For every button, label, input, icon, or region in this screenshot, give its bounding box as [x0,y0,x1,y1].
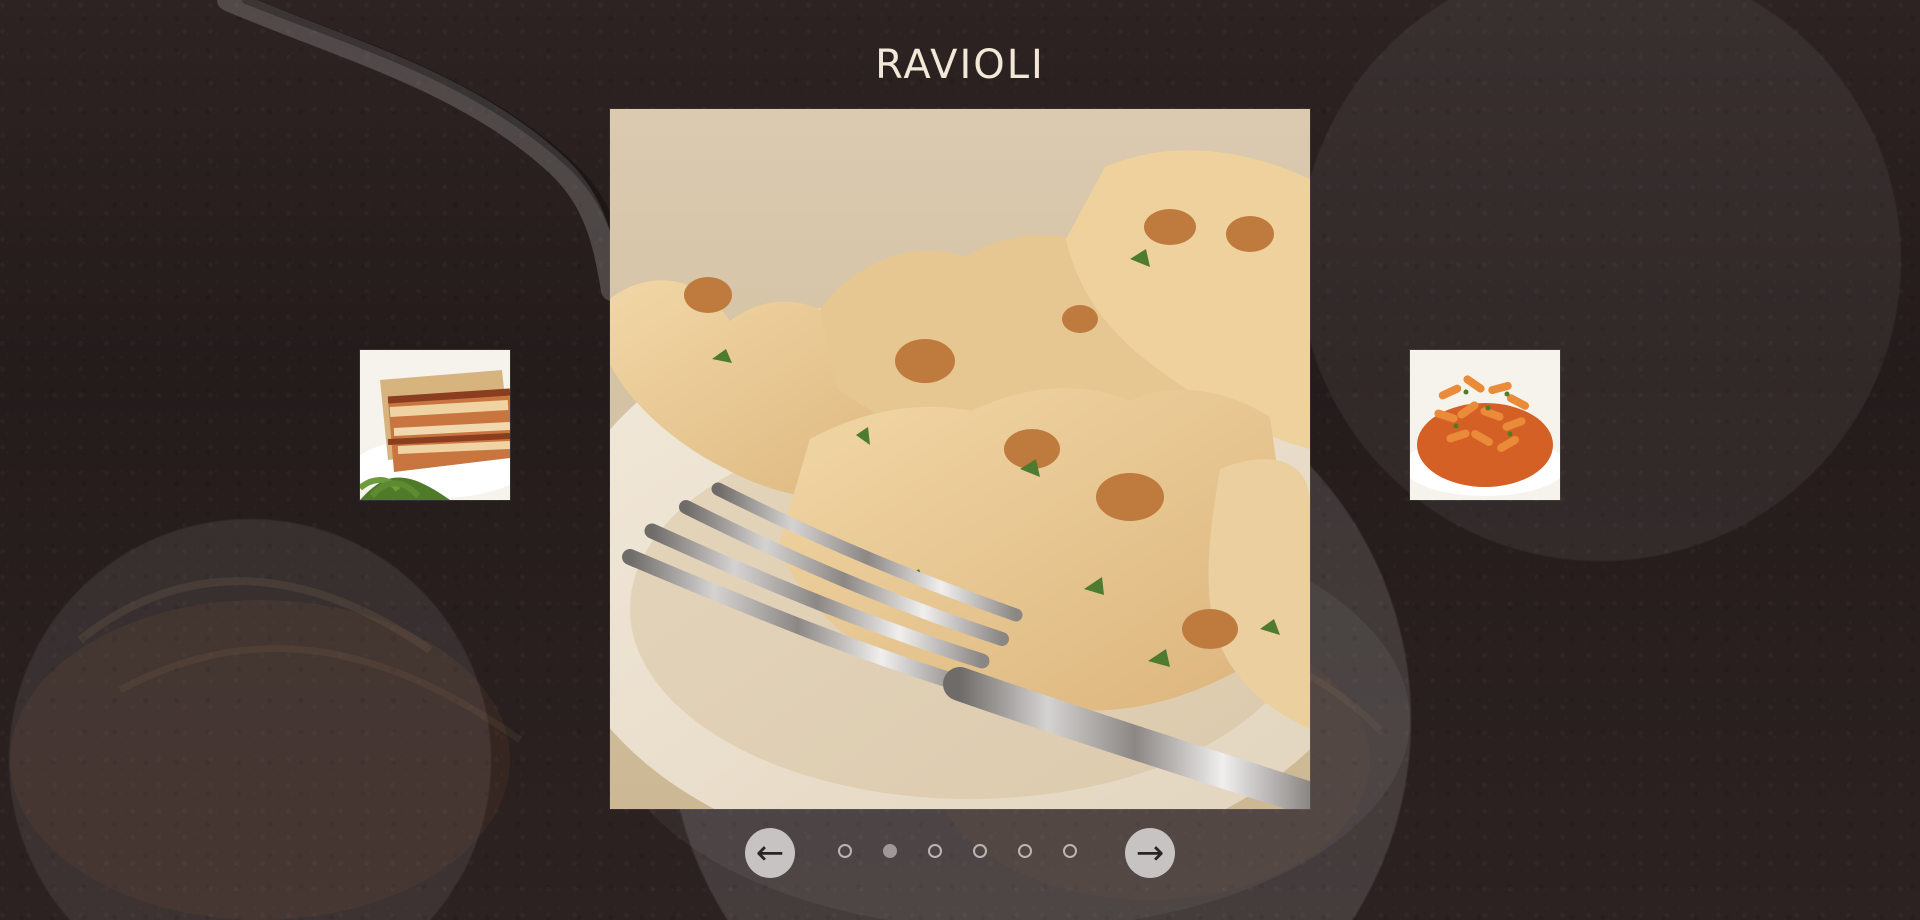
penne-herb-5 [1507,431,1513,437]
lasagna-image [360,350,510,500]
featured-dish-image [610,109,1310,809]
next-arrow-button[interactable]: → [1125,828,1175,878]
penne-herb-1 [1463,389,1469,395]
walnut-1 [684,277,732,313]
ravioli-image [610,109,1310,809]
carousel-pagination [838,844,1088,862]
previous-arrow-button[interactable]: ← [745,828,795,878]
penne-image [1410,350,1560,500]
previous-dish-thumbnail[interactable] [360,350,510,500]
page-title: RAVIOLI [875,42,1045,88]
walnut-8 [1062,305,1098,333]
walnut-5 [1144,209,1196,245]
carousel-dot-1[interactable] [838,844,852,858]
lasagna-cheese-layer-1 [389,400,509,417]
walnut-6 [1226,216,1274,252]
penne-herb-2 [1485,405,1491,411]
background-noodle-1 [77,577,433,654]
background-pasta-left [10,600,510,920]
next-dish-thumbnail[interactable] [1410,350,1560,500]
carousel-dot-3[interactable] [928,844,942,858]
walnut-7 [1182,609,1238,649]
lasagna-cheese-layer-3 [397,441,510,454]
carousel-dot-5[interactable] [1018,844,1032,858]
penne-herb-3 [1504,391,1510,397]
carousel-controls: ← → [745,828,1175,878]
background-noodle-2 [118,645,523,743]
walnut-2 [895,339,955,383]
carousel-dot-2[interactable] [883,844,897,858]
penne-herb-4 [1453,423,1459,429]
walnut-4 [1096,473,1164,521]
carousel-dot-6[interactable] [1063,844,1077,858]
carousel-dot-4[interactable] [973,844,987,858]
gallery-screen: RAVIOLI ← → [0,0,1920,920]
